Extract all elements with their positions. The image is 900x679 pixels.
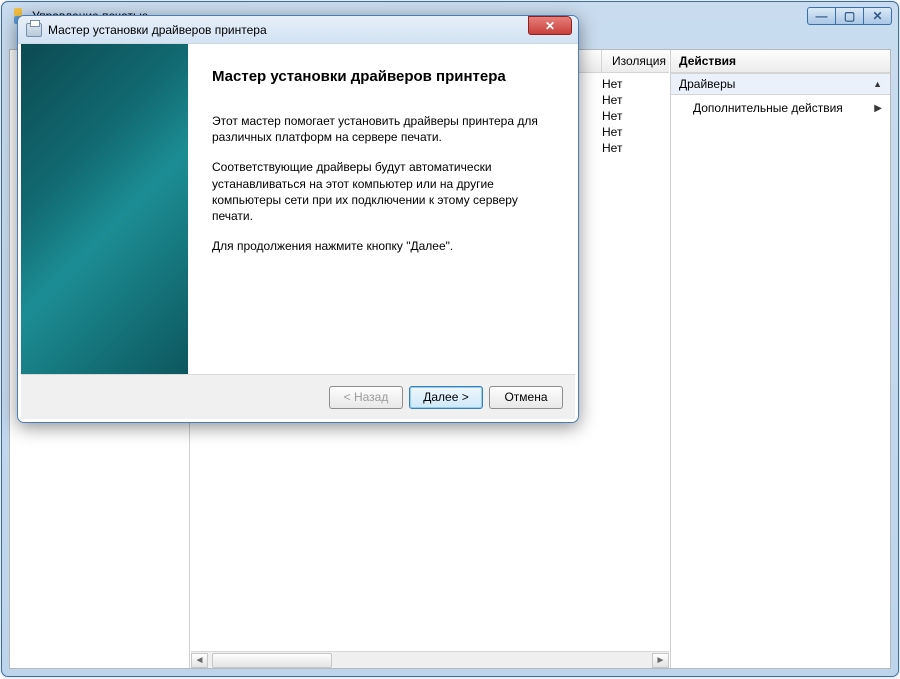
wizard-sidebar-graphic bbox=[21, 44, 188, 374]
list-cell[interactable]: Нет bbox=[594, 77, 669, 93]
printer-icon bbox=[26, 23, 42, 37]
wizard-titlebar[interactable]: Мастер установки драйверов принтера ✕ bbox=[18, 16, 578, 44]
wizard-content: Мастер установки драйверов принтера Этот… bbox=[188, 44, 575, 374]
wizard-heading: Мастер установки драйверов принтера bbox=[212, 68, 551, 85]
list-cell[interactable]: Нет bbox=[594, 93, 669, 109]
back-button: < Назад bbox=[329, 386, 403, 409]
scroll-thumb[interactable] bbox=[212, 653, 332, 668]
list-cell[interactable]: Нет bbox=[594, 141, 669, 157]
column-isolation[interactable]: Изоляция драй bbox=[601, 50, 669, 73]
wizard-title: Мастер установки драйверов принтера bbox=[48, 23, 578, 37]
wizard-close-button[interactable]: ✕ bbox=[528, 16, 572, 35]
wizard-paragraph-1: Этот мастер помогает установить драйверы… bbox=[212, 113, 542, 145]
actions-item-more[interactable]: Дополнительные действия ▶ bbox=[671, 95, 890, 121]
actions-pane: Действия Драйверы ▲ Дополнительные дейст… bbox=[670, 50, 890, 668]
minimize-button[interactable]: — bbox=[807, 7, 836, 25]
actions-section-drivers[interactable]: Драйверы ▲ bbox=[671, 73, 890, 95]
list-cell[interactable]: Нет bbox=[594, 125, 669, 141]
scroll-right-icon[interactable]: ► bbox=[652, 653, 669, 668]
wizard-footer: < Назад Далее > Отмена bbox=[21, 374, 575, 419]
actions-item-label: Дополнительные действия bbox=[693, 101, 843, 115]
maximize-button[interactable]: ▢ bbox=[835, 7, 864, 25]
actions-header: Действия bbox=[671, 50, 890, 73]
wizard-body: Мастер установки драйверов принтера Этот… bbox=[21, 44, 575, 374]
scroll-left-icon[interactable]: ◄ bbox=[191, 653, 208, 668]
driver-install-wizard: Мастер установки драйверов принтера ✕ Ма… bbox=[17, 15, 579, 423]
chevron-right-icon: ▶ bbox=[874, 103, 882, 114]
close-x-icon: ✕ bbox=[545, 19, 555, 33]
close-button[interactable]: ✕ bbox=[863, 7, 892, 25]
next-button[interactable]: Далее > bbox=[409, 386, 483, 409]
wizard-paragraph-2: Соответствующие драйверы будут автоматич… bbox=[212, 159, 542, 224]
cancel-button[interactable]: Отмена bbox=[489, 386, 563, 409]
actions-section-label: Драйверы bbox=[679, 77, 735, 91]
list-cell[interactable]: Нет bbox=[594, 109, 669, 125]
chevron-up-icon: ▲ bbox=[873, 79, 882, 89]
wizard-paragraph-3: Для продолжения нажмите кнопку "Далее". bbox=[212, 238, 542, 254]
horizontal-scrollbar[interactable]: ◄ ► bbox=[191, 651, 669, 668]
